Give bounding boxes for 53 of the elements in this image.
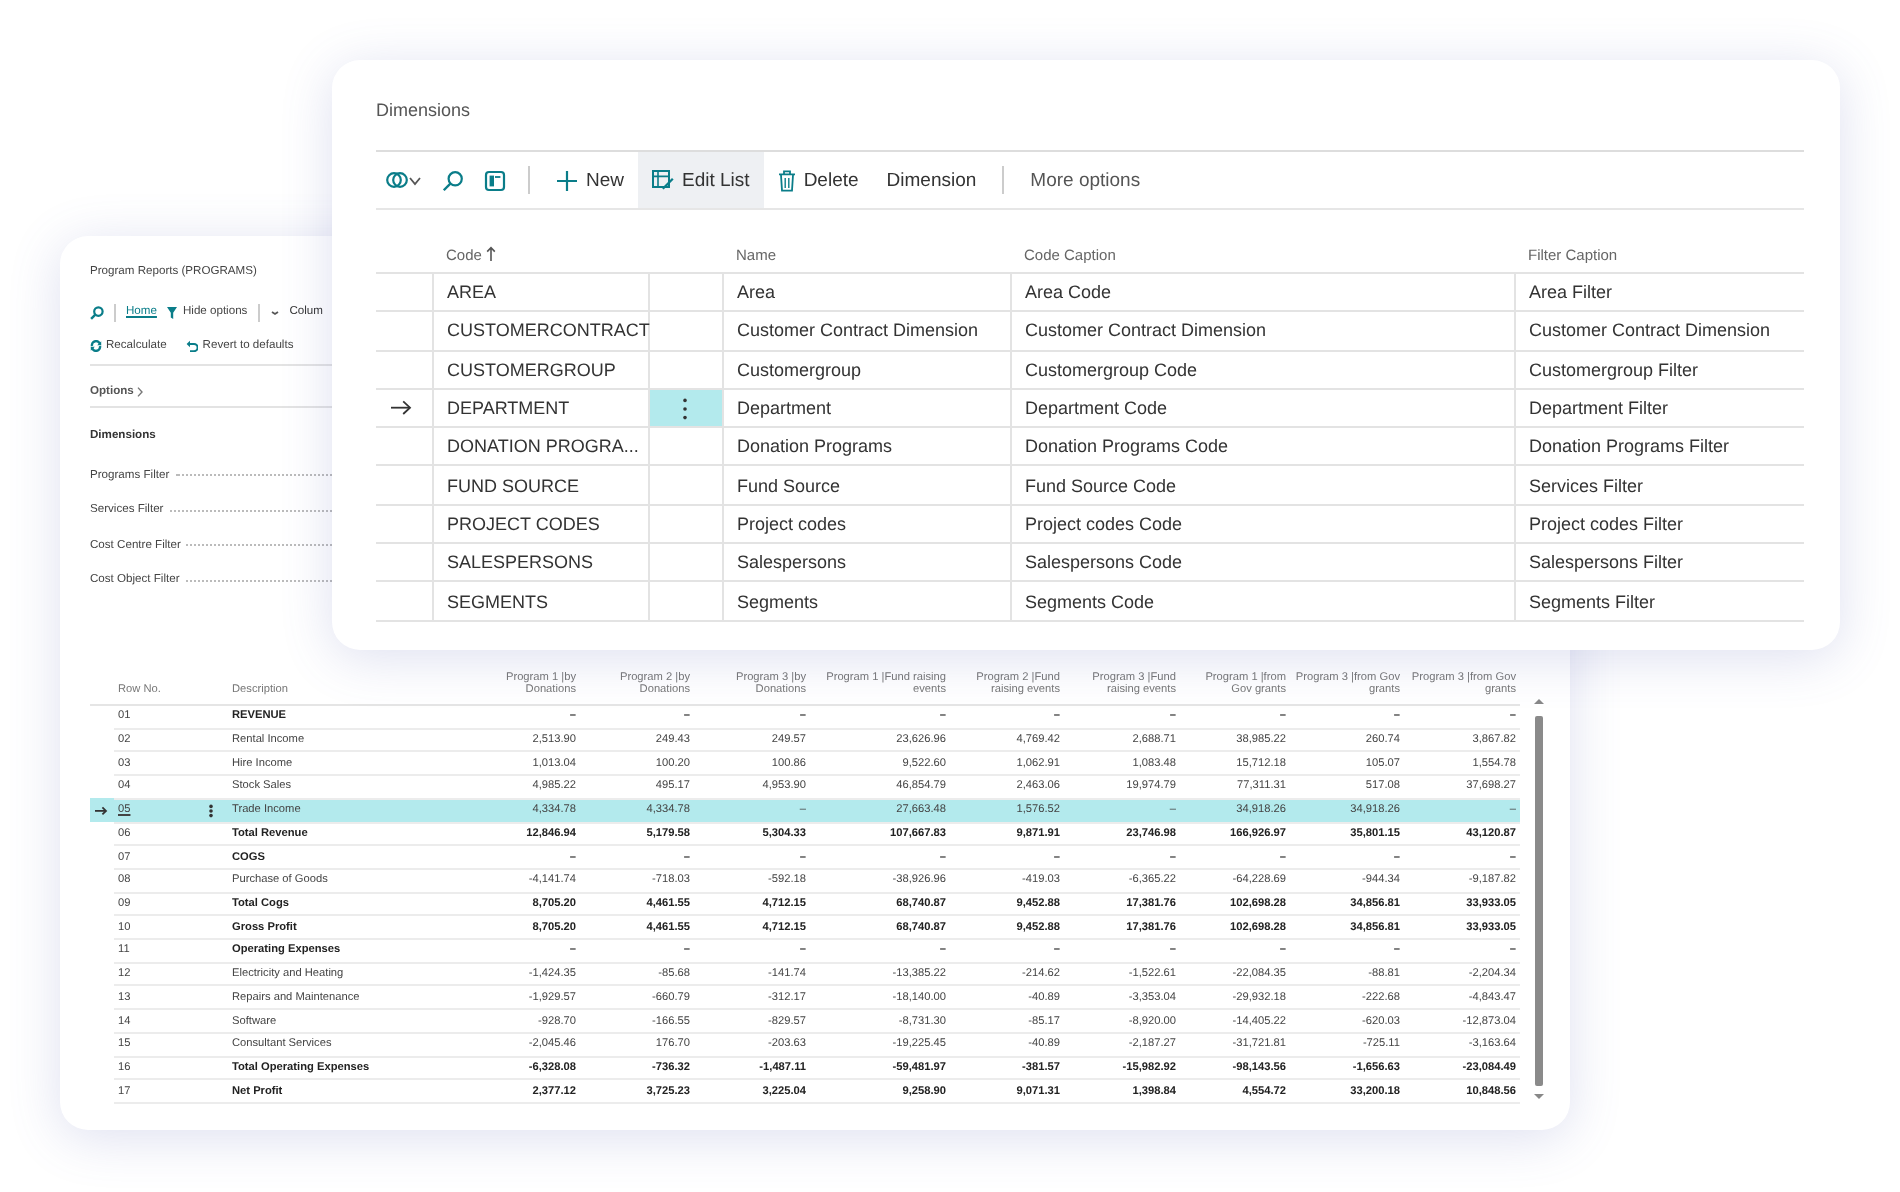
caret-icon [408, 175, 422, 185]
table-cell: SALESPERSONS [432, 543, 648, 582]
table-cell: Donation Programs [722, 427, 1010, 466]
table-cell: Project codes Code [1010, 504, 1514, 544]
table-cell: Segments Code [1010, 581, 1514, 621]
table-cell: Customer Contract Dimension [1010, 311, 1514, 351]
undo-icon [186, 340, 199, 352]
more-options-button[interactable]: More options [1016, 152, 1155, 208]
new-button[interactable]: New [542, 152, 639, 208]
table-cell: CUSTOMERCONTRACT [432, 311, 648, 351]
trash-icon [777, 169, 796, 191]
table-cell: Salespersons Code [1010, 543, 1514, 582]
table-cell: SEGMENTS [432, 581, 648, 621]
table-cell: CUSTOMERGROUP [432, 350, 648, 389]
table-cell: Area Filter [1514, 273, 1804, 312]
table-cell: Customer Contract Dimension [722, 311, 1010, 351]
chevron-icon[interactable] [135, 386, 144, 398]
table-cell: Area Code [1010, 273, 1514, 312]
scrollbar[interactable] [1530, 696, 1548, 1104]
table-cell: PROJECT CODES [432, 504, 648, 544]
dialog-title: Dimensions [376, 100, 473, 124]
caret-icon[interactable] [269, 309, 280, 315]
overlap-icon [386, 170, 408, 190]
panel-layout-icon[interactable] [484, 169, 506, 191]
table-cell: Customergroup Code [1010, 350, 1514, 389]
table-cell: Project codes [722, 504, 1010, 544]
table-cell: Department [722, 388, 1010, 428]
plus-icon [556, 169, 578, 191]
table-cell: Fund Source Code [1010, 465, 1514, 505]
dimension-button[interactable]: Dimension [872, 152, 991, 208]
delete-button[interactable]: Delete [763, 152, 873, 208]
table-cell: Area [722, 273, 1010, 312]
row-arrow-icon [390, 400, 412, 416]
more-dots-icon[interactable] [682, 397, 688, 420]
refresh-icon [90, 340, 102, 352]
edit-list-icon [652, 170, 675, 190]
table-cell: Fund Source [722, 465, 1010, 505]
sort-ascending-icon [485, 246, 496, 262]
table-cell: Segments [722, 581, 1010, 621]
table-cell: Department Code [1010, 388, 1514, 428]
table-cell: Salespersons [722, 543, 1010, 582]
table-cell: Customergroup [722, 350, 1010, 389]
table-cell: Donation Programs Code [1010, 427, 1514, 466]
filter-icon [166, 305, 179, 319]
table-cell: FUND SOURCE [432, 465, 648, 505]
table-cell: DEPARTMENT [432, 388, 648, 428]
search-icon[interactable] [442, 169, 464, 191]
table-cell: DONATION PROGRA... [432, 427, 648, 466]
search-icon[interactable] [90, 305, 104, 319]
table-cell: AREA [432, 273, 648, 312]
edit-list-button[interactable]: Edit List [638, 152, 764, 208]
more-dots-icon[interactable] [208, 803, 214, 818]
row-arrow-icon [94, 805, 108, 816]
